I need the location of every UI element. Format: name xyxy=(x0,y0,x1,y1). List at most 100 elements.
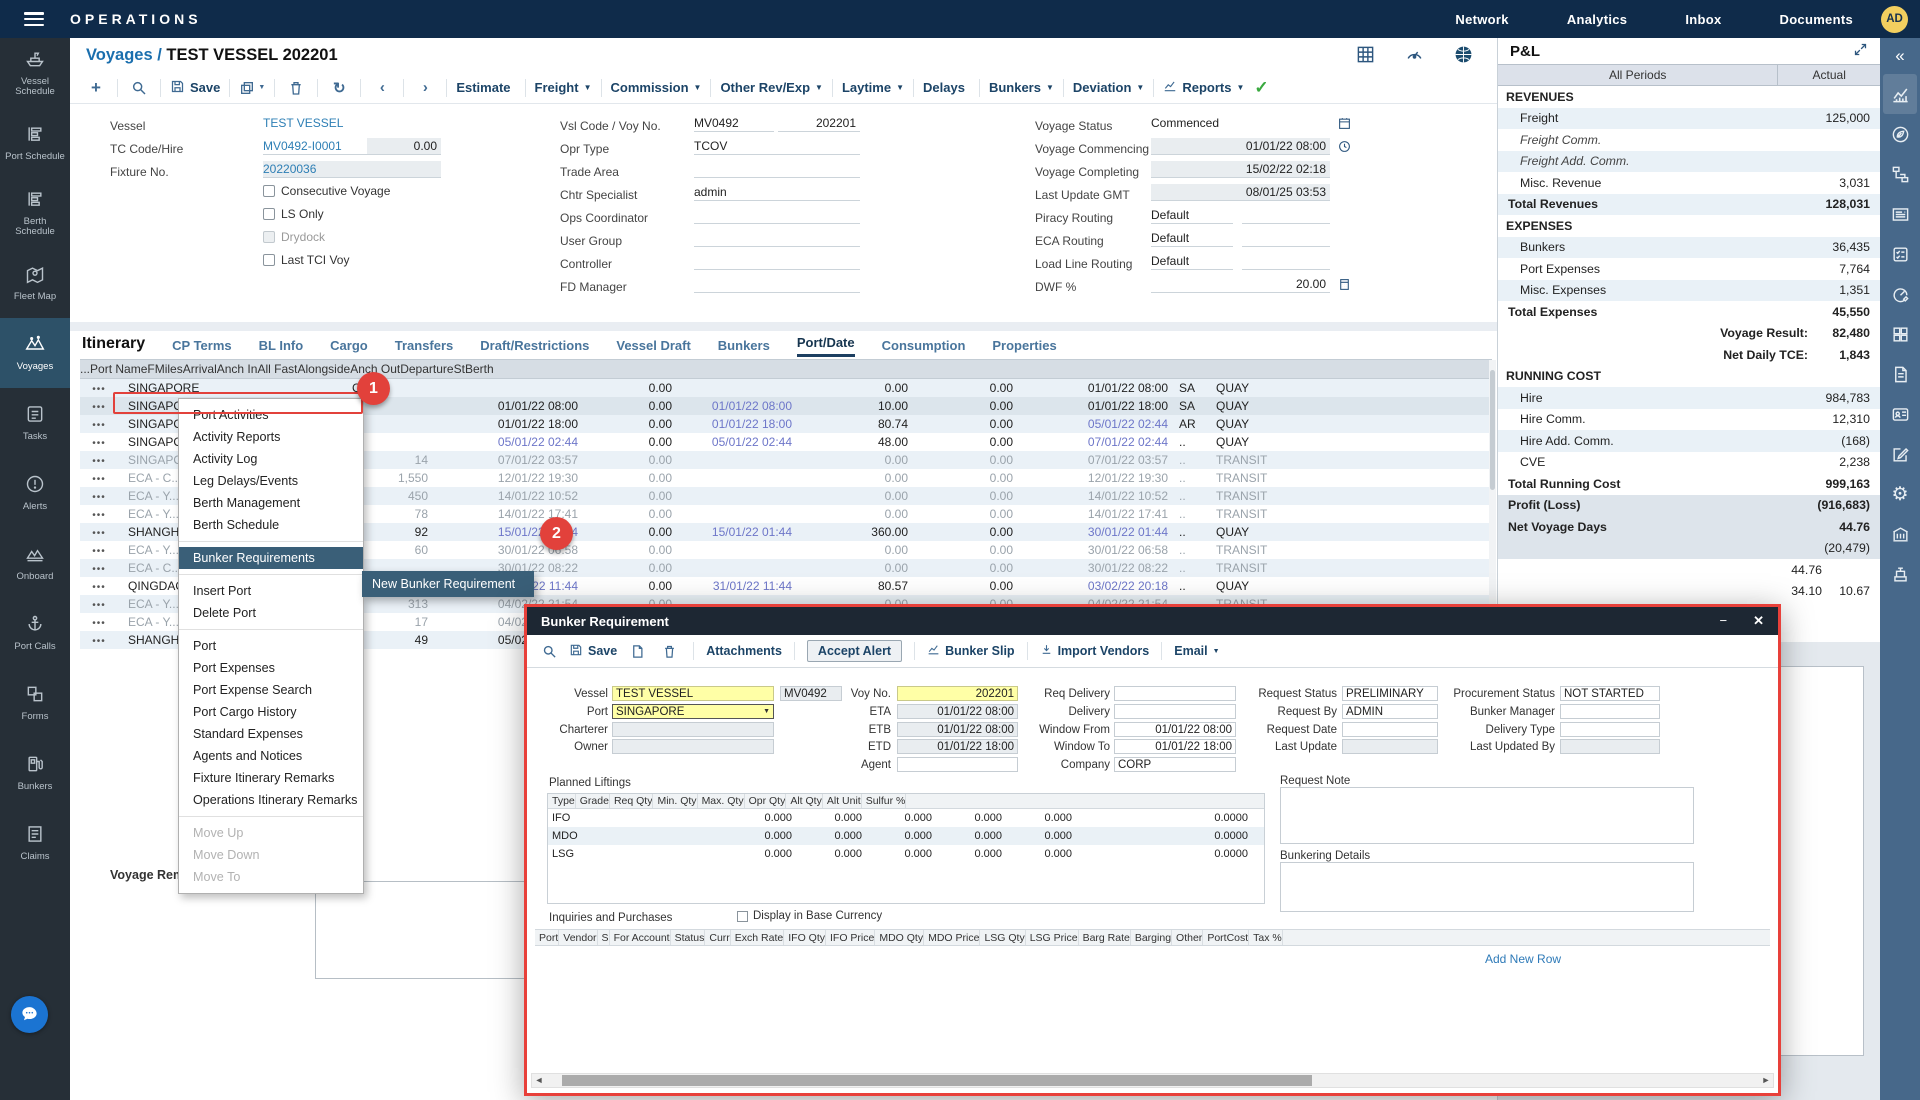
context-menu-item[interactable]: Bunker Requirements xyxy=(179,547,363,569)
sidebar-item-berth-schedule[interactable]: Berth Schedule xyxy=(0,178,70,248)
status-log-icon[interactable] xyxy=(1338,117,1351,133)
display-base-currency-checkbox[interactable]: Display in Base Currency xyxy=(737,910,882,922)
column-header[interactable]: Barging xyxy=(1131,930,1172,945)
dwf-calc-icon[interactable] xyxy=(1338,278,1351,294)
cell-alt-qty[interactable]: 0.000 xyxy=(1016,830,1082,842)
cell-departure[interactable]: 30/01/22 08:22 xyxy=(1029,561,1176,575)
m-vessel-field[interactable]: TEST VESSEL xyxy=(612,686,774,701)
column-header[interactable]: Curr xyxy=(705,930,730,945)
row-actions-icon[interactable] xyxy=(80,471,118,485)
column-header[interactable]: Status xyxy=(671,930,706,945)
column-header[interactable]: PortCost xyxy=(1203,930,1249,945)
nav-link[interactable]: Inbox xyxy=(1685,12,1721,27)
toolbar-button[interactable]: Estimate xyxy=(456,80,515,95)
cell-max-qty[interactable]: 0.000 xyxy=(876,848,946,860)
itinerary-tab[interactable]: Cargo xyxy=(330,338,368,357)
cell-opr-qty[interactable]: 0.000 xyxy=(946,848,1016,860)
column-header[interactable]: ... xyxy=(80,362,90,376)
itinerary-tab[interactable]: Port/Date xyxy=(797,335,855,357)
itinerary-tab[interactable]: Itinerary xyxy=(82,335,145,357)
itinerary-tab[interactable]: Vessel Draft xyxy=(616,338,690,357)
cell-departure[interactable]: 14/01/22 10:52 xyxy=(1029,489,1176,503)
save-button[interactable]: Save xyxy=(170,79,220,97)
refresh-icon[interactable]: ↻ xyxy=(327,76,351,100)
column-header[interactable]: Exch Rate xyxy=(731,930,784,945)
cell-arrival[interactable]: 12/01/22 19:30 xyxy=(434,471,588,485)
email-button[interactable]: Email ▼ xyxy=(1174,644,1219,658)
cell-all-fast[interactable]: 01/01/22 08:00 xyxy=(686,399,802,413)
m-req-delivery-field[interactable] xyxy=(1114,686,1236,701)
toolbar-button[interactable]: Laytime▼ xyxy=(842,80,904,95)
m-request-by-field[interactable]: ADMIN xyxy=(1342,704,1438,719)
planned-lifting-row[interactable]: LSG 0.000 0.000 0.000 0.000 0.000 0.0000 xyxy=(548,845,1264,863)
sidebar-item-claims[interactable]: Claims xyxy=(0,808,70,878)
accept-alert-button[interactable]: Accept Alert xyxy=(807,640,902,662)
m-company-field[interactable]: CORP xyxy=(1114,757,1236,772)
search-icon[interactable] xyxy=(127,76,151,100)
cell-arrival[interactable]: 05/01/22 02:44 xyxy=(434,435,588,449)
context-menu-item[interactable]: Port Cargo History xyxy=(179,701,363,723)
column-header[interactable]: Alt Unit xyxy=(823,794,862,808)
delete-icon[interactable] xyxy=(284,76,308,100)
grid-view-icon[interactable] xyxy=(1356,45,1375,67)
cell-min-qty[interactable]: 0.000 xyxy=(806,812,876,824)
toolbar-button[interactable]: Commission▼ xyxy=(611,80,702,95)
copy-docs-icon[interactable] xyxy=(1883,314,1917,354)
bunkering-details-textarea[interactable] xyxy=(1280,862,1694,912)
nav-link[interactable]: Analytics xyxy=(1567,12,1628,27)
cell-departure[interactable]: 03/02/22 20:18 xyxy=(1029,579,1176,593)
column-header[interactable]: Port Name xyxy=(90,362,147,376)
trade-area-field[interactable] xyxy=(694,161,860,178)
cell-alt-qty[interactable]: 0.000 xyxy=(1016,812,1082,824)
cell-departure[interactable]: 07/01/22 02:44 xyxy=(1029,435,1176,449)
sidebar-item-forms[interactable]: Forms xyxy=(0,668,70,738)
vessel-field[interactable]: TEST VESSEL xyxy=(263,115,447,132)
row-actions-icon[interactable] xyxy=(80,579,118,593)
sidebar-item-port-schedule[interactable]: Port Schedule xyxy=(0,108,70,178)
breadcrumb-section[interactable]: Voyages / xyxy=(86,46,162,64)
planned-lifting-row[interactable]: MDO 0.000 0.000 0.000 0.000 0.000 0.0000 xyxy=(548,827,1264,845)
cell-min-qty[interactable]: 0.000 xyxy=(806,830,876,842)
reports-button[interactable]: Reports ▼ xyxy=(1163,79,1244,96)
row-actions-icon[interactable] xyxy=(80,615,118,629)
cell-opr-qty[interactable]: 0.000 xyxy=(946,830,1016,842)
collapse-panel-icon[interactable]: « xyxy=(1895,46,1904,74)
column-header[interactable]: LSG Qty xyxy=(980,930,1025,945)
chtr-specialist-field[interactable]: admin xyxy=(694,184,860,201)
m-port-dropdown[interactable]: SINGAPORE▼ xyxy=(612,704,774,719)
cell-max-qty[interactable]: 0.000 xyxy=(876,830,946,842)
column-header[interactable]: IFO Qty xyxy=(784,930,826,945)
m-window-from-field[interactable]: 01/01/22 08:00 xyxy=(1114,722,1236,737)
context-menu-item[interactable] xyxy=(179,541,363,542)
cell-departure[interactable]: 07/01/22 03:57 xyxy=(1029,453,1176,467)
next-icon[interactable]: › xyxy=(413,76,437,100)
m-delivery-field[interactable] xyxy=(1114,704,1236,719)
itinerary-tab[interactable]: Transfers xyxy=(395,338,454,357)
cell-sulfur[interactable]: 0.0000 xyxy=(1152,848,1264,860)
eca-routing-field[interactable]: Default xyxy=(1151,230,1233,247)
task-list-icon[interactable] xyxy=(1883,234,1917,274)
cell-req-qty[interactable]: 0.000 xyxy=(734,812,806,824)
gauge-edit-icon[interactable] xyxy=(1883,274,1917,314)
column-header[interactable]: Barg Rate xyxy=(1079,930,1131,945)
close-icon[interactable]: ✕ xyxy=(1753,613,1764,629)
sidebar-item-vessel-schedule[interactable]: Vessel Schedule xyxy=(0,38,70,108)
sidebar-item-alerts[interactable]: Alerts xyxy=(0,458,70,528)
add-new-row-link[interactable]: Add New Row xyxy=(1485,952,1561,966)
context-submenu-new-bunker-requirement[interactable]: New Bunker Requirement xyxy=(362,571,534,597)
cell-max-qty[interactable]: 0.000 xyxy=(876,812,946,824)
gauge-icon[interactable] xyxy=(1405,45,1424,67)
row-actions-icon[interactable] xyxy=(80,525,118,539)
minimize-icon[interactable]: − xyxy=(1720,613,1728,629)
news-icon[interactable] xyxy=(1883,194,1917,234)
scroll-left-icon[interactable]: ◄ xyxy=(532,1074,546,1087)
m-bunker-manager-field[interactable] xyxy=(1560,704,1660,719)
context-menu-item[interactable]: Operations Itinerary Remarks xyxy=(179,789,363,811)
row-actions-icon[interactable] xyxy=(80,561,118,575)
column-header[interactable]: Max. Qty xyxy=(698,794,745,808)
column-header[interactable]: Grade xyxy=(576,794,610,808)
itinerary-tab[interactable]: CP Terms xyxy=(172,338,232,357)
context-menu-item[interactable]: Move Down xyxy=(179,844,363,866)
context-menu-item[interactable]: Move Up xyxy=(179,822,363,844)
new-doc-icon[interactable] xyxy=(625,639,649,663)
